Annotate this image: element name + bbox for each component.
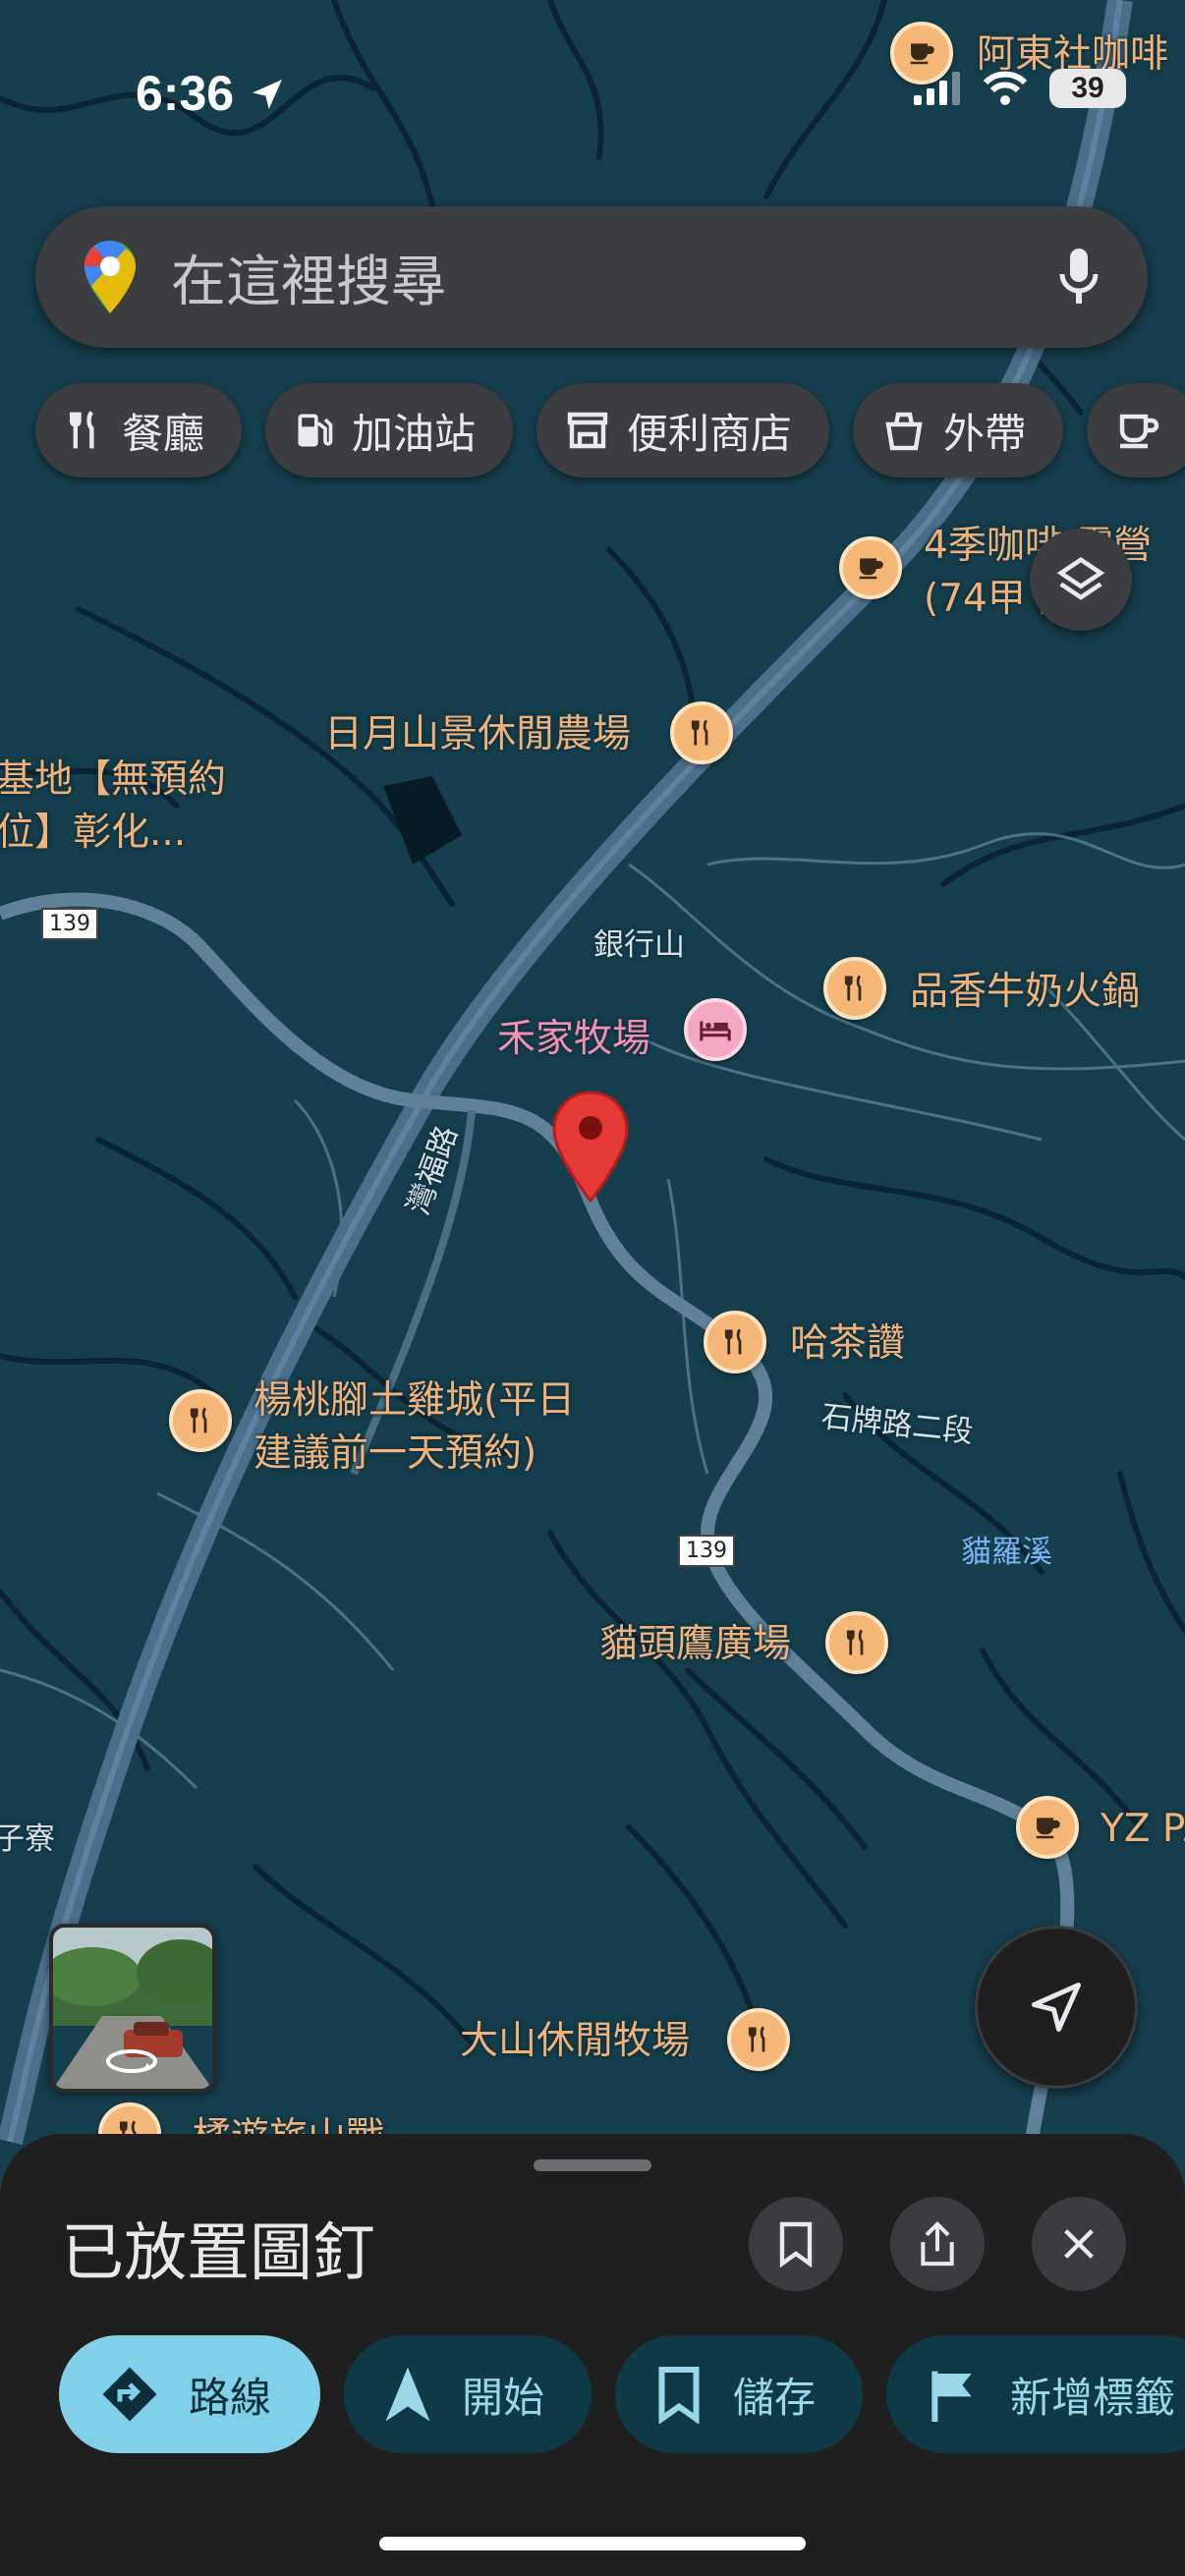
restaurant-icon[interactable] xyxy=(825,1611,888,1674)
hotel-icon[interactable] xyxy=(684,998,747,1061)
place-label-dashan[interactable]: 大山休閒牧場 xyxy=(460,2016,690,2067)
flag-icon xyxy=(931,2371,972,2422)
status-time-text: 6:36 xyxy=(136,66,235,121)
category-chips: 餐廳 加油站 便利商店 外帶 xyxy=(35,383,1185,477)
chip-label: 餐廳 xyxy=(122,409,205,458)
chip-coffee[interactable] xyxy=(1087,383,1185,477)
place-label-hacha[interactable]: 哈茶讚 xyxy=(790,1318,905,1370)
coffee-icon[interactable] xyxy=(1016,1796,1079,1859)
coffee-icon[interactable] xyxy=(839,536,902,599)
restaurant-icon[interactable] xyxy=(727,2008,790,2071)
add-label-button[interactable]: 新增標籤 xyxy=(886,2335,1185,2453)
wifi-icon xyxy=(983,71,1028,105)
home-indicator[interactable] xyxy=(379,2537,806,2550)
restaurant-icon[interactable] xyxy=(823,957,886,1020)
directions-button[interactable]: 路線 xyxy=(59,2335,321,2453)
action-label: 路線 xyxy=(189,2373,272,2422)
status-icons: 39 xyxy=(914,69,1126,108)
close-button[interactable] xyxy=(1032,2197,1126,2291)
restaurant-icon[interactable] xyxy=(670,701,733,764)
place-bottom-sheet[interactable]: 已放置圖釘 路線 開始 儲存 新增標籤 xyxy=(0,2134,1185,2576)
coffee-icon xyxy=(1119,414,1159,449)
save-button[interactable]: 儲存 xyxy=(615,2335,864,2453)
place-label-farm[interactable]: 日月山景休閒農場 xyxy=(324,709,631,760)
chip-label: 外帶 xyxy=(943,409,1027,458)
chip-restaurants[interactable]: 餐廳 xyxy=(35,383,243,477)
route-shield: 139 xyxy=(678,1535,735,1567)
rotate-360-icon xyxy=(106,2049,157,2073)
store-icon xyxy=(567,412,608,449)
layers-button[interactable] xyxy=(1030,529,1132,631)
bookmark-icon xyxy=(779,2221,813,2268)
action-label: 新增標籤 xyxy=(1010,2373,1176,2422)
action-label: 開始 xyxy=(462,2373,545,2422)
navigation-arrow-icon xyxy=(385,2367,430,2422)
sheet-title: 已放置圖釘 xyxy=(61,2217,375,2290)
share-icon xyxy=(921,2220,954,2267)
share-button[interactable] xyxy=(890,2197,985,2291)
sheet-actions: 路線 開始 儲存 新增標籤 xyxy=(59,2335,1185,2453)
street-view-thumbnail[interactable] xyxy=(49,1924,216,2093)
search-input[interactable]: 在這裡搜尋 xyxy=(171,238,446,317)
chip-convenience-stores[interactable]: 便利商店 xyxy=(536,383,830,477)
place-label-yz[interactable]: YZ PA xyxy=(1100,1804,1185,1855)
save-bookmark-button[interactable] xyxy=(749,2197,843,2291)
place-label-left-edge: 子寮 xyxy=(0,1821,55,1857)
chip-label: 加油站 xyxy=(352,409,477,458)
place-label-campsite[interactable]: 基地【無預約 xyxy=(0,755,226,806)
battery-indicator: 39 xyxy=(1049,69,1126,108)
my-location-button[interactable] xyxy=(975,1926,1138,2089)
place-label-ranch[interactable]: 禾家牧場 xyxy=(497,1008,650,1063)
action-label: 儲存 xyxy=(733,2373,817,2422)
chip-takeout[interactable]: 外帶 xyxy=(853,383,1064,477)
location-arrow-icon xyxy=(252,80,282,109)
restaurant-icon[interactable] xyxy=(704,1311,766,1373)
directions-icon xyxy=(102,2367,157,2422)
takeout-icon xyxy=(885,412,923,451)
sheet-drag-handle[interactable] xyxy=(534,2159,651,2171)
close-icon xyxy=(1064,2229,1094,2259)
water-label-maoluo: 貓羅溪 xyxy=(961,1535,1052,1570)
cellular-signal-icon xyxy=(914,72,960,105)
start-button[interactable]: 開始 xyxy=(344,2335,592,2453)
route-shield: 139 xyxy=(41,908,98,940)
microphone-icon[interactable] xyxy=(1057,247,1100,308)
status-time: 6:36 xyxy=(136,65,287,122)
place-label-bank-mountain[interactable]: 銀行山 xyxy=(593,920,685,964)
place-label-campsite-sub[interactable]: 位】彰化... xyxy=(0,808,186,859)
place-label-chicken[interactable]: 楊桃腳土雞城(平日 xyxy=(254,1375,575,1427)
navigation-arrow-icon xyxy=(1032,1983,1081,2032)
place-label-owl-square[interactable]: 貓頭鷹廣場 xyxy=(599,1619,791,1670)
restaurant-icon[interactable] xyxy=(169,1389,232,1452)
bookmark-icon xyxy=(658,2367,700,2424)
dropped-pin-icon[interactable] xyxy=(552,1091,629,1203)
chip-gas-stations[interactable]: 加油站 xyxy=(265,383,514,477)
google-maps-logo-icon xyxy=(85,241,136,313)
place-label-hotpot[interactable]: 品香牛奶火鍋 xyxy=(910,967,1140,1018)
gas-station-icon xyxy=(298,414,333,447)
chip-label: 便利商店 xyxy=(627,409,793,458)
restaurant-icon xyxy=(69,411,94,449)
search-bar[interactable]: 在這裡搜尋 xyxy=(35,206,1148,348)
place-label-chicken-sub[interactable]: 建議前一天預約) xyxy=(254,1428,536,1480)
layers-icon xyxy=(1056,557,1105,600)
